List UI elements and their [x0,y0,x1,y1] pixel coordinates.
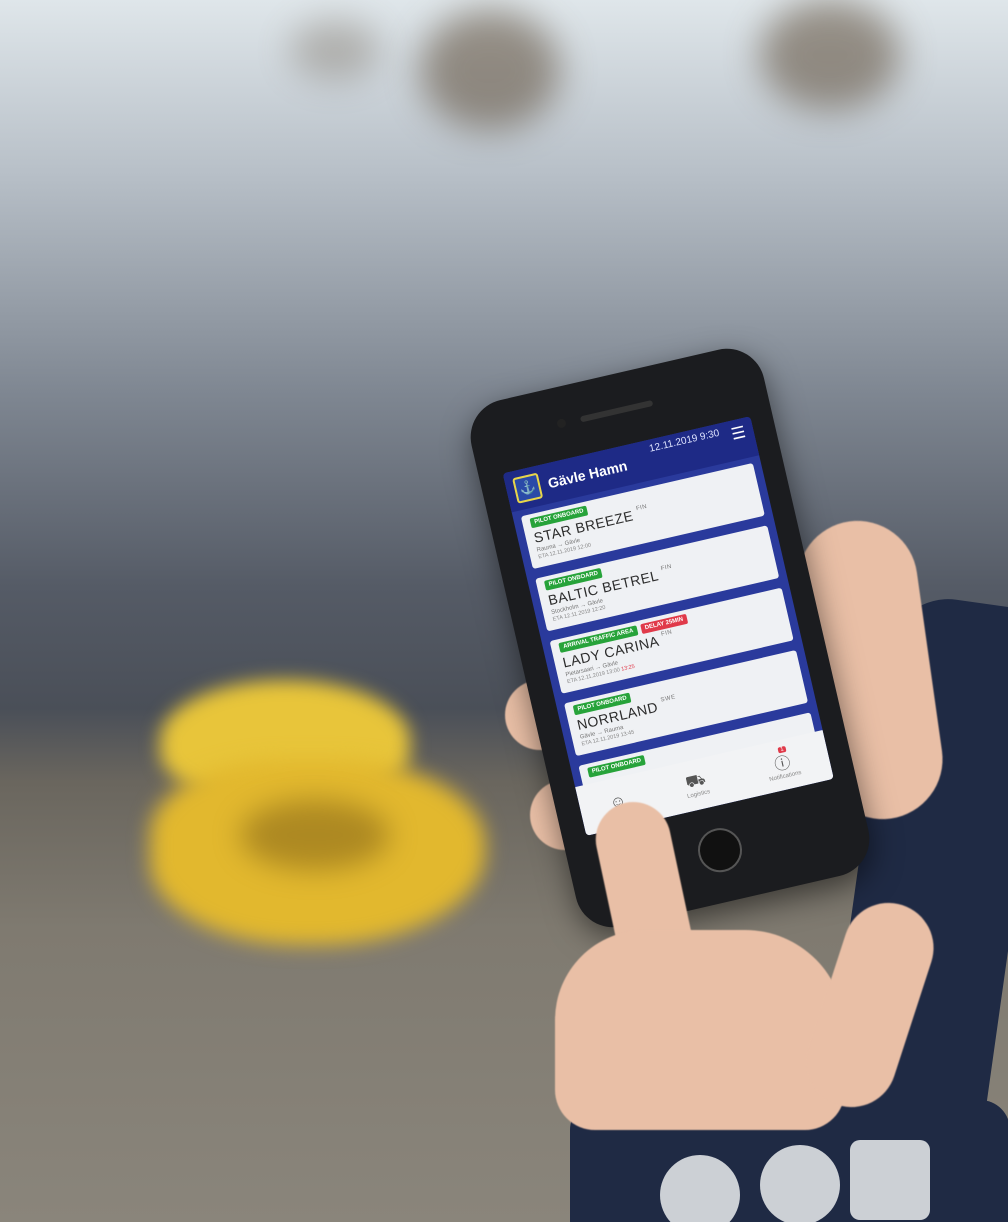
cuff-emblem-icon [850,1140,930,1220]
cuff-emblem-icon [660,1155,740,1222]
vessel-flag: SWE [660,694,677,704]
app-title: Gävle Hamn [546,457,629,492]
cuff-emblem-icon [760,1145,840,1222]
header-datetime: 12.11.2019 9:30 [648,427,721,455]
anchor-logo-icon: ⚓ [512,472,544,504]
tab-logistics[interactable]: ⛟ Logistics [682,770,711,800]
tree-reflection [420,10,560,130]
home-button[interactable] [693,823,747,877]
earpiece [579,399,654,423]
tree-reflection [760,0,900,110]
app-screen: ⚓ Gävle Hamn 12.11.2019 9:30 ☰ PILOT ONB… [502,416,834,836]
tab-notifications[interactable]: ⓘ 1 Notifications [763,745,802,783]
vessel-flag: FIN [635,503,648,513]
pointing-hand [555,930,845,1130]
vessel-flag: FIN [660,563,673,573]
tree-reflection [290,20,380,80]
hamburger-menu-icon[interactable]: ☰ [729,422,748,445]
vessel-flag: FIN [660,629,673,638]
front-camera [556,418,567,429]
yellow-bollard [150,680,490,950]
photo-scene: ⚓ Gävle Hamn 12.11.2019 9:30 ☰ PILOT ONB… [0,0,1008,1222]
